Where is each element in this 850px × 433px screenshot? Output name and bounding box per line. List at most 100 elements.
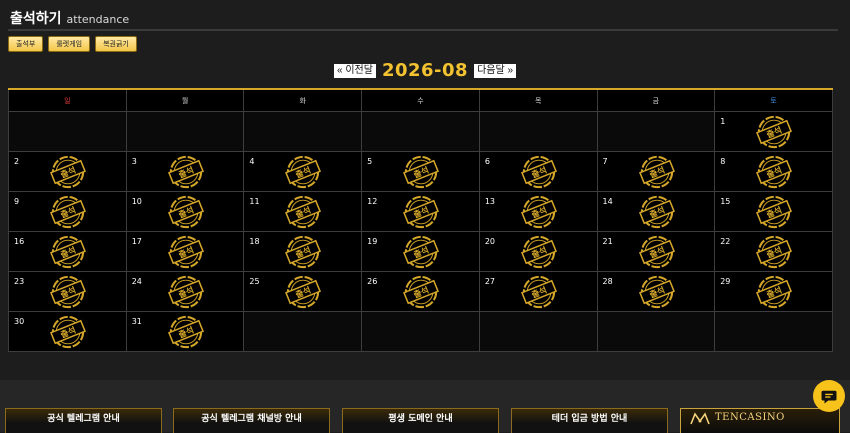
attendance-stamp-icon: 출석 <box>167 195 204 229</box>
weekday-header-row: 일 월 화 수 목 금 토 <box>8 88 833 112</box>
calendar-day-cell: 2 출석 <box>8 151 127 192</box>
weekday-sun: 일 <box>8 88 127 112</box>
day-number: 15 <box>720 197 731 206</box>
banner-label: 테더 입금 방법 안내 <box>551 414 628 424</box>
day-number: 2 <box>14 157 20 166</box>
attendance-stamp-icon: 출석 <box>50 235 86 269</box>
weekday-wed: 수 <box>361 88 480 112</box>
day-number: 30 <box>14 317 25 326</box>
attendance-stamp-icon: 출석 <box>403 155 440 189</box>
calendar-day-cell: 21 출석 <box>596 231 716 272</box>
calendar-empty-cell <box>478 111 598 152</box>
weekday-fri: 금 <box>596 88 716 112</box>
calendar-day-cell: 11 출석 <box>243 191 363 232</box>
day-number: 20 <box>484 237 495 246</box>
calendar-day-cell: 6 출석 <box>478 151 598 192</box>
day-number: 25 <box>249 277 260 286</box>
attendance-stamp-icon: 출석 <box>50 195 86 229</box>
day-number: 22 <box>720 237 731 246</box>
attendance-stamp-icon: 출석 <box>756 155 793 189</box>
calendar-day-cell: 16 출석 <box>8 231 127 272</box>
day-number: 21 <box>602 237 613 246</box>
calendar-day-cell: 27 출석 <box>478 271 598 312</box>
attendance-tabs: 출석부 룰렛게임 복권긁기 <box>8 36 137 52</box>
calendar-empty-cell <box>243 111 363 152</box>
day-number: 4 <box>249 157 255 166</box>
attendance-stamp-icon: 출석 <box>638 195 675 229</box>
day-number: 24 <box>131 277 142 286</box>
day-number: 26 <box>367 277 378 286</box>
calendar-week-row: 16 출석 17 출석 18 출석 19 출석 20 출석 21 출석 22 출석 <box>8 231 833 272</box>
attendance-stamp-icon: 출석 <box>285 195 322 229</box>
calendar-day-cell: 15 출석 <box>714 191 833 232</box>
calendar-week-row: 23 출석 24 출석 25 출석 26 출석 27 출석 28 출석 29 출석 <box>8 271 833 312</box>
brand-logo-icon <box>690 412 710 425</box>
calendar-week-row: 9 출석 10 출석 11 출석 12 출석 13 출석 14 출석 15 출석 <box>8 191 833 232</box>
attendance-stamp-icon: 출석 <box>638 155 675 189</box>
calendar-day-cell: 25 출석 <box>243 271 363 312</box>
calendar-day-cell: 9 출석 <box>8 191 127 232</box>
weekday-sat: 토 <box>714 88 833 112</box>
banner-lifetime-domain[interactable]: 평생 도메인 안내 <box>342 408 499 433</box>
tab-attendance-book[interactable]: 출석부 <box>8 36 44 52</box>
attendance-stamp-icon: 출석 <box>520 195 557 229</box>
weekday-tue: 화 <box>243 88 363 112</box>
day-number: 8 <box>720 157 726 166</box>
banner-label: 공식 텔레그램 채널방 안내 <box>201 414 302 424</box>
banner-tether-deposit[interactable]: 테더 입금 방법 안내 <box>511 408 668 433</box>
calendar-empty-cell <box>596 111 716 152</box>
day-number: 18 <box>249 237 260 246</box>
brand-name: TENCASINO <box>715 412 785 423</box>
calendar-day-cell: 14 출석 <box>596 191 716 232</box>
attendance-stamp-icon: 출석 <box>50 315 86 349</box>
tab-roulette-game[interactable]: 룰렛게임 <box>48 36 91 52</box>
attendance-stamp-icon: 출석 <box>403 235 440 269</box>
attendance-stamp-icon: 출석 <box>756 195 793 229</box>
attendance-stamp-icon: 출석 <box>285 275 322 309</box>
calendar-day-cell: 7 출석 <box>596 151 716 192</box>
attendance-stamp-icon: 출석 <box>520 235 557 269</box>
brand-banner[interactable]: TENCASINO <box>680 408 840 433</box>
calendar-day-cell: 29 출석 <box>714 271 833 312</box>
calendar-day-cell: 5 출석 <box>361 151 480 192</box>
attendance-stamp-icon: 출석 <box>50 275 86 309</box>
weekday-thu: 목 <box>478 88 598 112</box>
banner-telegram-channel[interactable]: 공식 텔레그램 채널방 안내 <box>173 408 330 433</box>
attendance-stamp-icon: 출석 <box>167 315 204 349</box>
calendar-day-cell: 13 출석 <box>478 191 598 232</box>
attendance-stamp-icon: 출석 <box>285 235 322 269</box>
month-navigation: « 이전달 2026-08 다음달 » <box>0 60 850 81</box>
day-number: 17 <box>131 237 142 246</box>
calendar-empty-cell <box>361 111 480 152</box>
day-number: 1 <box>720 117 726 126</box>
prev-month-button[interactable]: « 이전달 <box>333 63 376 78</box>
calendar-day-cell: 8 출석 <box>714 151 833 192</box>
calendar-empty-cell <box>596 311 716 352</box>
attendance-stamp-icon: 출석 <box>756 275 793 309</box>
calendar-day-cell: 18 출석 <box>243 231 363 272</box>
calendar-day-cell: 17 출석 <box>125 231 245 272</box>
calendar-day-cell: 10 출석 <box>125 191 245 232</box>
next-month-button[interactable]: 다음달 » <box>474 63 517 78</box>
calendar-day-cell: 4 출석 <box>243 151 363 192</box>
day-number: 3 <box>131 157 137 166</box>
day-number: 11 <box>249 197 260 206</box>
day-number: 7 <box>602 157 608 166</box>
day-number: 19 <box>367 237 378 246</box>
attendance-stamp-icon: 출석 <box>756 115 793 149</box>
day-number: 9 <box>14 197 20 206</box>
attendance-stamp-icon: 출석 <box>167 275 204 309</box>
attendance-stamp-icon: 출석 <box>638 275 675 309</box>
calendar-empty-cell <box>8 111 127 152</box>
banner-telegram-notice[interactable]: 공식 텔레그램 안내 <box>5 408 162 433</box>
chat-button[interactable] <box>813 380 845 412</box>
day-number: 14 <box>602 197 613 206</box>
page-title: 출석하기 <box>10 11 62 27</box>
calendar-day-cell: 20 출석 <box>478 231 598 272</box>
tab-lottery-scratch[interactable]: 복권긁기 <box>95 36 137 52</box>
header-divider <box>8 29 838 31</box>
calendar-day-cell: 30 출석 <box>8 311 127 352</box>
chat-bubble-icon <box>821 390 837 404</box>
day-number: 27 <box>484 277 495 286</box>
calendar-day-cell: 31 출석 <box>125 311 245 352</box>
